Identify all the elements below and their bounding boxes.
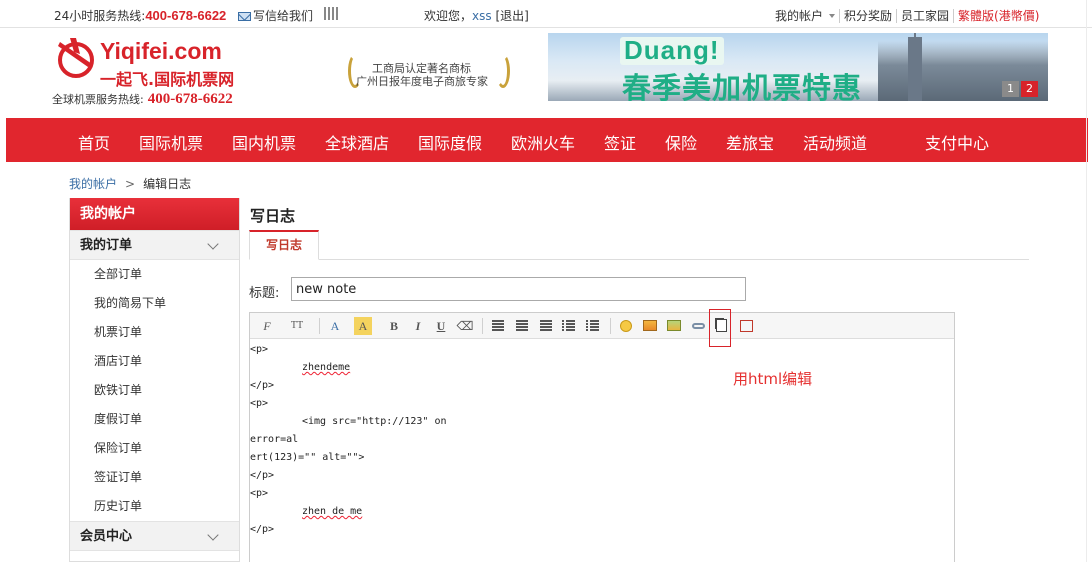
align-right-icon[interactable] (537, 317, 555, 335)
insert-image-icon[interactable] (641, 317, 659, 335)
brand-name-cn: 一起飞.国际机票网 (100, 70, 235, 89)
hotline: 24小时服务热线:400-678-6622 (54, 8, 227, 23)
sidebar-item-hotel-orders[interactable]: 酒店订单 (70, 347, 239, 376)
sidebar-item-vacation-orders[interactable]: 度假订单 (70, 405, 239, 434)
skyscraper-image (908, 33, 922, 101)
sidebar-item-visa-orders[interactable]: 签证订单 (70, 463, 239, 492)
plane-logo-icon (58, 38, 94, 78)
nav-home[interactable]: 首页 (78, 130, 110, 154)
traditional-version-link[interactable]: 繁體版(港幣價) (953, 9, 1044, 23)
html-source-textarea[interactable]: <p> zhendeme </p> <p> <img src="http://1… (250, 339, 954, 539)
nav-euro-rail[interactable]: 欧洲火车 (511, 130, 575, 154)
sidebar-group-member[interactable]: 会员中心 (70, 521, 239, 551)
link-icon[interactable] (689, 317, 707, 335)
sidebar-item-simple-order[interactable]: 我的简易下单 (70, 289, 239, 318)
brand-name-en: Yiqifei.com (100, 38, 222, 64)
chevron-down-icon (829, 14, 836, 18)
font-size-button[interactable]: TT (288, 317, 306, 335)
html-source-highlight (709, 309, 731, 347)
nav-hotels[interactable]: 全球酒店 (325, 130, 389, 154)
top-utility-bar: 24小时服务热线:400-678-6622 写信给我们 欢迎您，xss [退出]… (0, 0, 1092, 28)
nav-travel-treasure[interactable]: 差旅宝 (726, 130, 774, 154)
banner-page-1[interactable]: 1 (1002, 81, 1019, 97)
main-nav: 首页 国际机票 国内机票 全球酒店 国际度假 欧洲火车 签证 保险 差旅宝 活动… (6, 118, 1088, 162)
contact-us-link[interactable]: 写信给我们 (238, 7, 313, 24)
sidebar-item-all-orders[interactable]: 全部订单 (70, 260, 239, 289)
logout-link[interactable]: [退出] (495, 9, 528, 23)
qr-code-icon[interactable] (324, 7, 338, 20)
header-hotline: 全球机票服务热线: 400-678-6622 (52, 91, 233, 107)
nav-events[interactable]: 活动频道 (803, 130, 867, 154)
fullscreen-icon[interactable] (737, 317, 755, 335)
welcome-text: 欢迎您，xss [退出] (424, 9, 529, 23)
banner-page-2[interactable]: 2 (1021, 81, 1038, 97)
nav-visa[interactable]: 签证 (604, 130, 636, 154)
font-color-button[interactable]: A (326, 317, 344, 335)
align-center-icon[interactable] (513, 317, 531, 335)
username-link[interactable]: xss (472, 9, 492, 23)
italic-button[interactable]: I (409, 317, 427, 335)
sidebar-group-orders[interactable]: 我的订单 (70, 230, 239, 260)
breadcrumb-my-account[interactable]: 我的帐户 (69, 177, 117, 191)
sidebar-item-history-orders[interactable]: 历史订单 (70, 492, 239, 521)
nav-domestic-flights[interactable]: 国内机票 (232, 130, 296, 154)
editor-toolbar: F TT A A B I U ⌫ (250, 309, 954, 347)
account-sidebar: 我的帐户 我的订单 全部订单 我的简易下单 机票订单 酒店订单 欧铁订单 度假订… (69, 198, 240, 562)
title-input[interactable] (291, 277, 746, 301)
unordered-list-icon[interactable] (585, 317, 603, 335)
font-family-button[interactable]: F (258, 317, 276, 335)
banner-promo-text: 春季美加机票特惠 (622, 71, 863, 101)
sidebar-item-insurance-orders[interactable]: 保险订单 (70, 434, 239, 463)
insert-media-icon[interactable] (665, 317, 683, 335)
annotation-html-edit: 用html编辑 (733, 370, 813, 388)
nav-intl-flights[interactable]: 国际机票 (139, 130, 203, 154)
tab-bar: 写日志 (249, 230, 1029, 260)
breadcrumb: 我的帐户 > 编辑日志 (69, 177, 192, 191)
nav-payment-center[interactable]: 支付中心 (925, 130, 989, 154)
tab-write-log[interactable]: 写日志 (249, 230, 319, 260)
title-label: 标题: (249, 286, 280, 301)
highlight-color-button[interactable]: A (354, 317, 372, 335)
nav-vacations[interactable]: 国际度假 (418, 130, 482, 154)
points-link[interactable]: 积分奖励 (839, 9, 897, 23)
align-left-icon[interactable] (489, 317, 507, 335)
award-badge: 工商局认定著名商标 广州日报年度电子商旅专家 (348, 54, 510, 90)
top-right-links: 我的帐户 积分奖励 员工家园 繁體版(港幣價) (775, 7, 1044, 24)
bold-button[interactable]: B (385, 317, 403, 335)
site-logo[interactable]: Yiqifei.com 一起飞.国际机票网 全球机票服务热线: 400-678-6… (50, 30, 270, 110)
laurel-right-icon (496, 54, 510, 88)
my-account-menu[interactable]: 我的帐户 (775, 9, 839, 23)
hotline-number: 400-678-6622 (145, 8, 227, 23)
banner-headline: Duang! (624, 35, 720, 65)
eraser-icon[interactable]: ⌫ (456, 317, 474, 335)
breadcrumb-current: 编辑日志 (143, 177, 192, 191)
chevron-down-icon (207, 238, 219, 250)
chevron-down-icon (207, 529, 219, 541)
sidebar-item-rail-orders[interactable]: 欧铁订单 (70, 376, 239, 405)
mail-icon (238, 12, 251, 21)
page-title: 写日志 (250, 207, 296, 225)
underline-button[interactable]: U (432, 317, 450, 335)
banner-pager: 12 (1000, 81, 1038, 97)
staff-link[interactable]: 员工家园 (896, 9, 954, 23)
sidebar-item-flight-orders[interactable]: 机票订单 (70, 318, 239, 347)
sidebar-header[interactable]: 我的帐户 (70, 198, 239, 230)
rich-text-editor: F TT A A B I U ⌫ <p> zhendeme </p> <p> <… (249, 309, 955, 562)
nav-insurance[interactable]: 保险 (665, 130, 697, 154)
ordered-list-icon[interactable] (561, 317, 579, 335)
emoji-icon[interactable] (617, 317, 635, 335)
promo-banner[interactable]: Duang! 春季美加机票特惠 12 (548, 33, 1048, 101)
